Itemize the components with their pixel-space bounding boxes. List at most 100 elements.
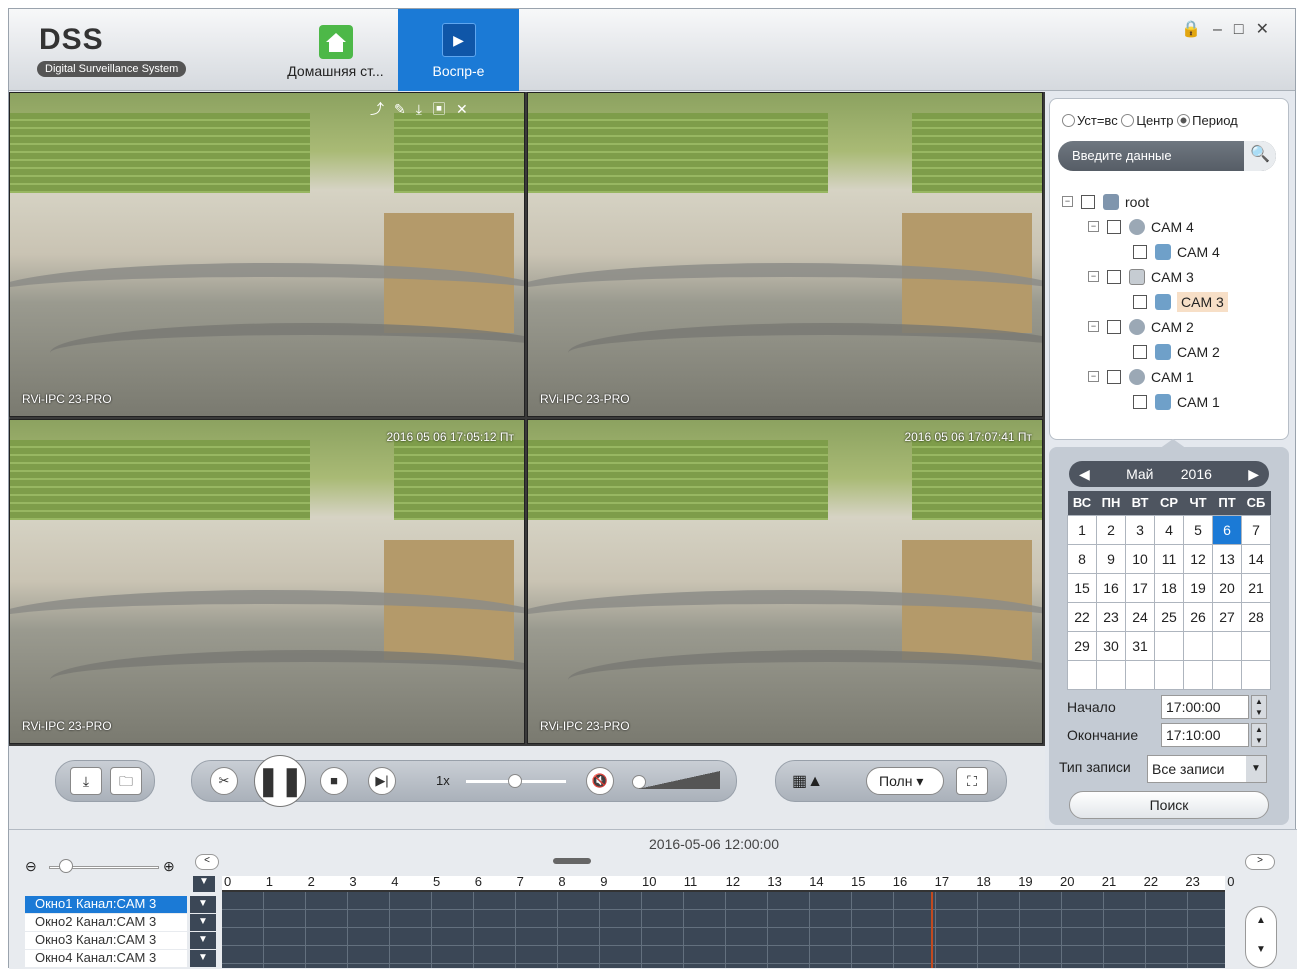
chevron-down-icon[interactable]: ▼: [190, 914, 216, 931]
fullscreen-button[interactable]: ⛶: [956, 767, 988, 795]
radio-all[interactable]: Уст=вс: [1062, 113, 1118, 128]
minimize-icon[interactable]: –: [1213, 21, 1234, 38]
radio-center[interactable]: Центр: [1121, 113, 1174, 128]
display-mode-select[interactable]: Полн ▾: [866, 767, 944, 795]
device-search-input[interactable]: Введите данные 🔍: [1058, 141, 1276, 171]
expand-icon[interactable]: −: [1062, 196, 1073, 207]
stop-button[interactable]: ■: [320, 767, 348, 795]
calendar-day[interactable]: 16: [1096, 572, 1126, 603]
chevron-down-icon[interactable]: ▼: [190, 896, 216, 913]
radio-period[interactable]: Период: [1177, 113, 1238, 128]
calendar-day[interactable]: 6: [1212, 514, 1242, 545]
file-settings-button[interactable]: 🗀: [110, 767, 142, 795]
channel-row[interactable]: Окно3 Канал:CAM 3: [25, 932, 187, 949]
start-time-spinner[interactable]: ▲ ▼: [1251, 695, 1267, 719]
calendar-day[interactable]: 15: [1067, 572, 1097, 603]
calendar-day[interactable]: 23: [1096, 601, 1126, 632]
speed-slider-knob[interactable]: [508, 774, 522, 788]
expand-icon[interactable]: −: [1088, 321, 1099, 332]
calendar-day[interactable]: 1: [1067, 514, 1097, 545]
expand-icon[interactable]: −: [1088, 221, 1099, 232]
expand-icon[interactable]: −: [1088, 371, 1099, 382]
pin-icon[interactable]: ✎: [394, 101, 416, 117]
calendar-day[interactable]: 5: [1183, 514, 1213, 545]
calendar-day[interactable]: 20: [1212, 572, 1242, 603]
timeline-cursor[interactable]: [931, 892, 933, 968]
timeline-scrollbar[interactable]: ▲ ▼: [1245, 906, 1277, 968]
tree-checkbox[interactable]: [1107, 319, 1121, 334]
timeline-prev-button[interactable]: <: [195, 854, 219, 870]
close-icon[interactable]: ✕: [1256, 21, 1281, 38]
calendar-day[interactable]: 17: [1125, 572, 1155, 603]
start-time-input[interactable]: 17:00:00: [1161, 695, 1249, 719]
tree-node[interactable]: − CAM 4: [1062, 214, 1228, 239]
tab-playback[interactable]: ▶ Воспр-е: [398, 9, 519, 91]
search-icon[interactable]: 🔍: [1244, 141, 1276, 171]
zoom-slider-knob[interactable]: [59, 859, 73, 873]
tree-checkbox[interactable]: [1133, 344, 1147, 359]
end-time-input[interactable]: 17:10:00: [1161, 723, 1249, 747]
tree-node[interactable]: CAM 2: [1062, 339, 1228, 364]
calendar-day[interactable]: 14: [1241, 543, 1271, 574]
grid-layout-icon[interactable]: ▦▲: [792, 771, 823, 791]
zoom-out-icon[interactable]: ⊖: [25, 858, 37, 875]
channel-row[interactable]: Окно2 Канал:CAM 3: [25, 914, 187, 931]
volume-slider[interactable]: [638, 771, 720, 789]
calendar-day[interactable]: 8: [1067, 543, 1097, 574]
tree-node[interactable]: CAM 4: [1062, 239, 1228, 264]
tree-checkbox[interactable]: [1133, 394, 1147, 409]
video-cell-3[interactable]: 2016 05 06 17:05:12 Пт RVi-IPC 23-PRO: [9, 419, 525, 744]
export-icon[interactable]: ⤴: [370, 101, 394, 117]
tree-checkbox[interactable]: [1081, 194, 1095, 209]
chevron-down-icon[interactable]: ▼: [190, 950, 216, 967]
tree-node[interactable]: − CAM 2: [1062, 314, 1228, 339]
tree-checkbox[interactable]: [1133, 294, 1147, 309]
calendar-day[interactable]: 21: [1241, 572, 1271, 603]
calendar-day[interactable]: 9: [1096, 543, 1126, 574]
timeline-next-button[interactable]: >: [1245, 854, 1275, 870]
calendar-day[interactable]: 19: [1183, 572, 1213, 603]
maximize-icon[interactable]: □: [1234, 21, 1256, 38]
tree-node[interactable]: − root: [1062, 189, 1228, 214]
close-icon[interactable]: ✕: [456, 101, 478, 117]
mute-button[interactable]: 🔇: [586, 767, 614, 795]
tree-node[interactable]: − CAM 1: [1062, 364, 1228, 389]
expand-icon[interactable]: −: [1088, 271, 1099, 282]
scroll-up-icon[interactable]: ▲: [1246, 915, 1276, 926]
download-icon[interactable]: ⤓: [416, 101, 432, 117]
tab-home[interactable]: Домашняя ст...: [273, 9, 398, 91]
clip-button[interactable]: ✂: [210, 767, 238, 795]
next-month-icon[interactable]: ▶: [1248, 461, 1259, 487]
pause-button[interactable]: ❚❚: [254, 755, 306, 807]
tree-checkbox[interactable]: [1133, 244, 1147, 259]
end-time-spinner[interactable]: ▲ ▼: [1251, 723, 1267, 747]
calendar-day[interactable]: 28: [1241, 601, 1271, 632]
tree-checkbox[interactable]: [1107, 269, 1121, 284]
calendar-day[interactable]: 2: [1096, 514, 1126, 545]
snapshot-icon[interactable]: ▣: [432, 101, 456, 117]
calendar-day[interactable]: 10: [1125, 543, 1155, 574]
prev-month-icon[interactable]: ◀: [1079, 461, 1090, 487]
calendar-day[interactable]: 11: [1154, 543, 1184, 574]
calendar-day[interactable]: 31: [1125, 630, 1155, 661]
channel-row[interactable]: Окно1 Канал:CAM 3: [25, 896, 187, 913]
calendar-day[interactable]: 4: [1154, 514, 1184, 545]
tree-checkbox[interactable]: [1107, 219, 1121, 234]
calendar-day[interactable]: 27: [1212, 601, 1242, 632]
chevron-down-icon[interactable]: ▼: [190, 932, 216, 949]
calendar-day[interactable]: 18: [1154, 572, 1184, 603]
search-button[interactable]: Поиск: [1069, 791, 1269, 819]
tree-node[interactable]: − CAM 3: [1062, 264, 1228, 289]
calendar-day[interactable]: 26: [1183, 601, 1213, 632]
channel-row[interactable]: Окно4 Канал:CAM 3: [25, 950, 187, 967]
calendar-day[interactable]: 7: [1241, 514, 1271, 545]
calendar-day[interactable]: 12: [1183, 543, 1213, 574]
collapse-icon[interactable]: ▼: [193, 876, 215, 892]
video-cell-1[interactable]: ⤴✎⤓▣✕ RVi-IPC 23-PRO: [9, 92, 525, 417]
calendar-day[interactable]: 22: [1067, 601, 1097, 632]
download-button[interactable]: ⤓: [70, 767, 102, 795]
calendar-day[interactable]: 30: [1096, 630, 1126, 661]
calendar-day[interactable]: 3: [1125, 514, 1155, 545]
calendar-day[interactable]: 25: [1154, 601, 1184, 632]
lock-icon[interactable]: 🔒: [1181, 21, 1213, 38]
